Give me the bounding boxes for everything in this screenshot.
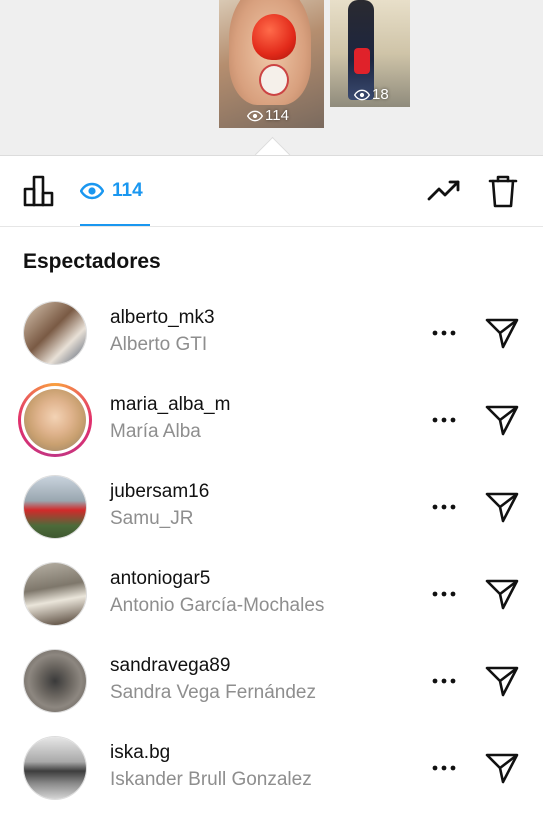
story-thumbnails-strip: 114 18 [0, 0, 543, 155]
list-item[interactable]: alberto_mk3 Alberto GTI [0, 291, 543, 378]
story-views-overlay: 114 [247, 107, 289, 124]
avatar[interactable] [23, 649, 87, 713]
viewers-sheet: 114 Espectadores alberto_mk3 Alberto GTI [0, 155, 543, 815]
fullname: Antonio García-Mochales [110, 595, 325, 616]
story-image-tag [259, 64, 289, 96]
avatar[interactable] [23, 736, 87, 800]
list-item[interactable]: iska.bg Iskander Brull Gonzalez [0, 726, 543, 813]
eye-icon [354, 89, 370, 100]
username[interactable]: iska.bg [110, 742, 170, 764]
trend-up-icon[interactable] [427, 174, 461, 208]
list-item[interactable]: antoniogar5 Antonio García-Mochales [0, 552, 543, 639]
story-thumbnail-selected[interactable]: 114 [219, 0, 324, 128]
more-horizontal-icon[interactable] [428, 321, 460, 345]
send-icon[interactable] [484, 576, 520, 612]
username[interactable]: alberto_mk3 [110, 307, 215, 329]
list-item[interactable]: maria_alba_m María Alba [0, 378, 543, 465]
story-views-overlay: 18 [354, 86, 389, 103]
username[interactable]: antoniogar5 [110, 568, 210, 590]
send-icon[interactable] [484, 663, 520, 699]
fullname: María Alba [110, 421, 201, 442]
viewer-list: alberto_mk3 Alberto GTI maria_alba_m Mar… [0, 291, 543, 813]
fullname: Sandra Vega Fernández [110, 682, 316, 703]
section-title: Espectadores [23, 250, 161, 273]
eye-icon [247, 110, 263, 121]
fullname: Samu_JR [110, 508, 194, 529]
avatar[interactable] [23, 562, 87, 626]
more-horizontal-icon[interactable] [428, 669, 460, 693]
more-horizontal-icon[interactable] [428, 408, 460, 432]
send-icon[interactable] [484, 402, 520, 438]
viewers-toolbar: 114 [0, 156, 543, 227]
more-horizontal-icon[interactable] [428, 582, 460, 606]
send-icon[interactable] [484, 315, 520, 351]
eye-icon [80, 182, 104, 200]
username[interactable]: maria_alba_m [110, 394, 230, 416]
story-views-count: 114 [265, 107, 289, 124]
more-horizontal-icon[interactable] [428, 495, 460, 519]
avatar[interactable] [18, 383, 92, 457]
trash-icon[interactable] [486, 174, 520, 208]
story-thumbnail[interactable]: 18 [330, 0, 410, 107]
list-item[interactable]: sandravega89 Sandra Vega Fernández [0, 639, 543, 726]
tab-viewers[interactable]: 114 [80, 176, 150, 226]
list-item[interactable]: jubersam16 Samu_JR [0, 465, 543, 552]
bar-chart-icon[interactable] [22, 174, 56, 208]
active-tab-indicator [80, 224, 150, 226]
avatar[interactable] [23, 301, 87, 365]
story-image-strawberry [252, 14, 296, 60]
story-views-count: 18 [372, 86, 389, 103]
more-horizontal-icon[interactable] [428, 756, 460, 780]
avatar[interactable] [23, 475, 87, 539]
story-image-person [348, 0, 374, 100]
fullname: Iskander Brull Gonzalez [110, 769, 312, 790]
send-icon[interactable] [484, 489, 520, 525]
views-count: 114 [112, 180, 143, 201]
username[interactable]: sandravega89 [110, 655, 230, 677]
send-icon[interactable] [484, 750, 520, 786]
fullname: Alberto GTI [110, 334, 208, 355]
username[interactable]: jubersam16 [110, 481, 209, 503]
